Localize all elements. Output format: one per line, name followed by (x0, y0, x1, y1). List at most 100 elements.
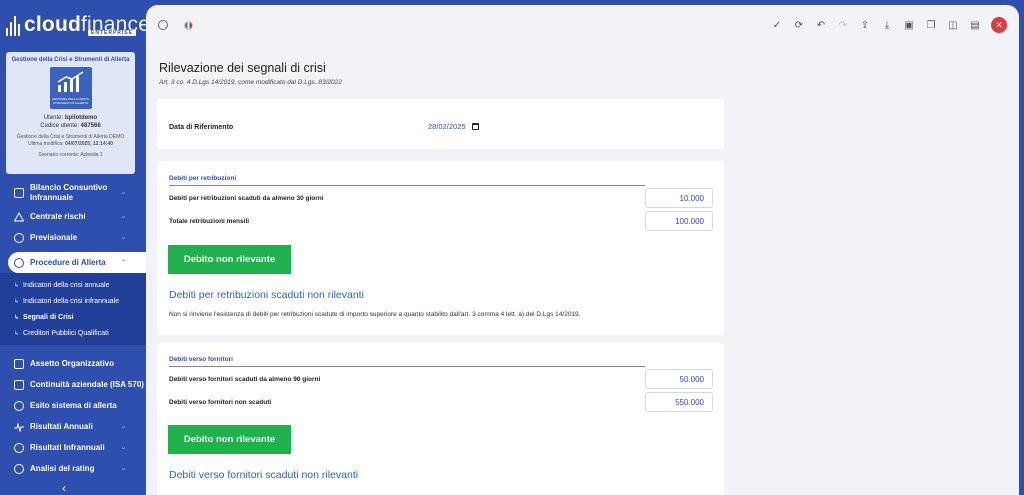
suppliers-section-title: Debiti verso fornitori (169, 356, 233, 363)
product-name: Gestione della Crisi e Strumenti di Alle… (16, 134, 125, 140)
sub-item-label: Creditori Pubblici Qualificati (23, 329, 109, 337)
italy-flag-icon[interactable] (184, 20, 193, 30)
columns-icon[interactable]: ◫ (947, 18, 959, 32)
sidebar-item-risultati-annuali[interactable]: Risultati Annuali ⌄ (0, 416, 146, 437)
sidebar-item-label: Analisi del rating (30, 464, 95, 473)
salaries-result-title: Debiti per retribuzioni scaduti non rile… (169, 289, 364, 301)
chevron-down-icon: ⌄ (120, 214, 126, 220)
salaries-status-button[interactable]: Debito non rilevante (168, 245, 291, 274)
chevron-down-icon: ⌄ (120, 235, 126, 241)
main-panel: ✓ ⟳ ↶ ↷ ⇪ ⤓ ▣ ❐ ◫ ▤ ✕ Rilevazione dei se… (146, 5, 1019, 495)
sidebar-item-label: Assetto Organizzativo (30, 359, 115, 368)
sidebar-item-risultati-infrannuali[interactable]: Risultati Infrannuali ⌄ (0, 437, 146, 458)
sidebar-nav: Bilancio Consuntivo Infrannuale ⌄ Centra… (0, 180, 146, 479)
suppliers-result-title: Debiti verso fornitori scaduti non rilev… (169, 469, 359, 481)
divider (169, 366, 645, 367)
last-mod-label: Ultima modifica: (28, 141, 64, 147)
sub-item-label: Segnali di Crisi (23, 313, 74, 321)
sidebar-item-procedure-allerta[interactable]: Procedure di Allerta ⌃ (8, 252, 146, 273)
module-image-caption: GESTIONE DELLA CRISI E STRUMENTI DI ALLE… (51, 97, 90, 105)
suppliers-overdue-label: Debiti verso fornitori scaduti da almeno… (169, 376, 321, 383)
reference-date-input[interactable]: 28/02/2025 (428, 122, 479, 131)
collapse-sidebar-icon[interactable]: ‹ (62, 481, 66, 495)
salaries-overdue-input[interactable]: 10.000 (645, 188, 713, 208)
sidebar-item-label: Risultati Annuali (30, 422, 93, 431)
database-icon (14, 379, 24, 390)
chevron-down-icon: ⌄ (120, 190, 126, 196)
sidebar-item-label: Continuità aziendale (ISA 570) (30, 380, 144, 389)
undo-icon[interactable]: ↶ (815, 18, 827, 32)
check-icon[interactable]: ✓ (771, 18, 783, 32)
refresh-icon[interactable]: ⟳ (793, 18, 805, 32)
upload-icon[interactable]: ⇪ (859, 18, 871, 32)
suppliers-not-due-input[interactable]: 550.000 (645, 392, 713, 412)
sliders-icon (14, 358, 24, 369)
gear-icon[interactable] (158, 20, 168, 30)
chevron-down-icon: ⌄ (120, 424, 126, 430)
sub-item-indicatori-annuale[interactable]: ↳ Indicatori della crisi annuale (0, 277, 146, 293)
sidebar-item-label: Esito sistema di allerta (30, 401, 117, 410)
card-title: Gestione della Crisi e Strumenti di Alle… (11, 57, 130, 63)
salaries-section-title: Debiti per retribuzioni (169, 175, 237, 182)
suppliers-panel: Debiti verso fornitori Debiti verso forn… (157, 343, 724, 495)
chart-growth-icon (57, 71, 83, 92)
sub-item-indicatori-infrannuale[interactable]: ↳ Indicatori della crisi infrannuale (0, 293, 146, 309)
sidebar-item-centrale-rischi[interactable]: Centrale rischi ⌄ (0, 206, 146, 227)
sidebar-item-label: Risultati Infrannuali (30, 443, 105, 452)
code-value: 487566 (80, 123, 101, 129)
salaries-monthly-label: Totale retribuzioni mensili (169, 218, 250, 225)
sidebar-item-analisi-rating[interactable]: Analisi del rating ⌄ (0, 458, 146, 479)
salaries-note: Non si rinviene l'esistenza di debiti pe… (169, 311, 581, 318)
sidebar: cloudfinance ENTERPRISE Gestione della C… (0, 0, 150, 495)
document-icon (14, 188, 24, 198)
chevron-down-icon: ⌄ (120, 466, 126, 472)
sidebar-item-label: Procedure di Allerta (30, 258, 106, 267)
user-name: bpilotdemo (64, 115, 98, 121)
sidebar-item-label: Centrale rischi (30, 212, 86, 221)
page-subtitle: Art. 3 co. 4 D.Lgs 14/2019, come modific… (159, 79, 342, 86)
user-label: Utente: (43, 115, 64, 121)
suppliers-status-button[interactable]: Debito non rilevante (168, 425, 291, 454)
divider (169, 185, 645, 186)
suppliers-overdue-input[interactable]: 50.000 (645, 369, 713, 389)
sidebar-item-label: Bilancio Consuntivo Infrannuale (30, 183, 108, 202)
watch-icon (14, 232, 24, 243)
user-card: Gestione della Crisi e Strumenti di Alle… (6, 52, 135, 174)
logo-bars-icon (6, 14, 20, 36)
copy-icon[interactable]: ❐ (925, 18, 937, 32)
sub-arrow-icon: ↳ (14, 330, 20, 337)
sub-arrow-icon: ↳ (14, 298, 20, 305)
alert-circle-icon (14, 257, 24, 268)
code-label: Codice utente: (40, 123, 79, 129)
close-icon[interactable]: ✕ (991, 17, 1007, 33)
pie-icon (14, 442, 24, 453)
calendar-icon[interactable] (471, 123, 479, 130)
redo-icon[interactable]: ↷ (837, 18, 849, 32)
logo-bold: cloud (24, 13, 81, 36)
salaries-monthly-input[interactable]: 100.000 (645, 211, 713, 231)
page-title: Rilevazione dei segnali di crisi (159, 61, 326, 75)
sidebar-item-continuita[interactable]: Continuità aziendale (ISA 570) (0, 374, 146, 395)
save-icon[interactable]: ▣ (903, 18, 915, 32)
sidebar-item-label: Previsionale (30, 233, 78, 242)
sub-item-segnali-crisi[interactable]: ↳ Segnali di Crisi (0, 309, 146, 325)
chevron-down-icon: ⌄ (120, 445, 126, 451)
chevron-up-icon: ⌃ (120, 260, 126, 266)
reference-date-panel: Data di Riferimento 28/02/2025 (157, 99, 724, 149)
sub-item-creditori-pubblici[interactable]: ↳ Creditori Pubblici Qualificati (0, 325, 146, 341)
search-icon (14, 463, 24, 474)
suppliers-not-due-label: Debiti verso fornitori non scaduti (169, 399, 272, 406)
download-icon[interactable]: ⤓ (881, 18, 893, 32)
sub-arrow-icon: ↳ (14, 314, 20, 321)
sidebar-item-assetto[interactable]: Assetto Organizzativo (0, 353, 146, 374)
sidebar-item-previsionale[interactable]: Previsionale ⌄ (0, 227, 146, 248)
reference-date-value: 28/02/2025 (428, 122, 466, 131)
scenario: Scenario corrente: Azienda 1 (38, 152, 103, 158)
subnav: ↳ Indicatori della crisi annuale ↳ Indic… (0, 273, 146, 345)
pulse-icon (14, 421, 24, 433)
check-circle-icon (14, 400, 24, 411)
sidebar-item-esito[interactable]: Esito sistema di allerta (0, 395, 146, 416)
warning-icon (13, 211, 25, 222)
panel-icon[interactable]: ▤ (969, 18, 981, 32)
sidebar-item-bilancio[interactable]: Bilancio Consuntivo Infrannuale ⌄ (0, 180, 146, 206)
